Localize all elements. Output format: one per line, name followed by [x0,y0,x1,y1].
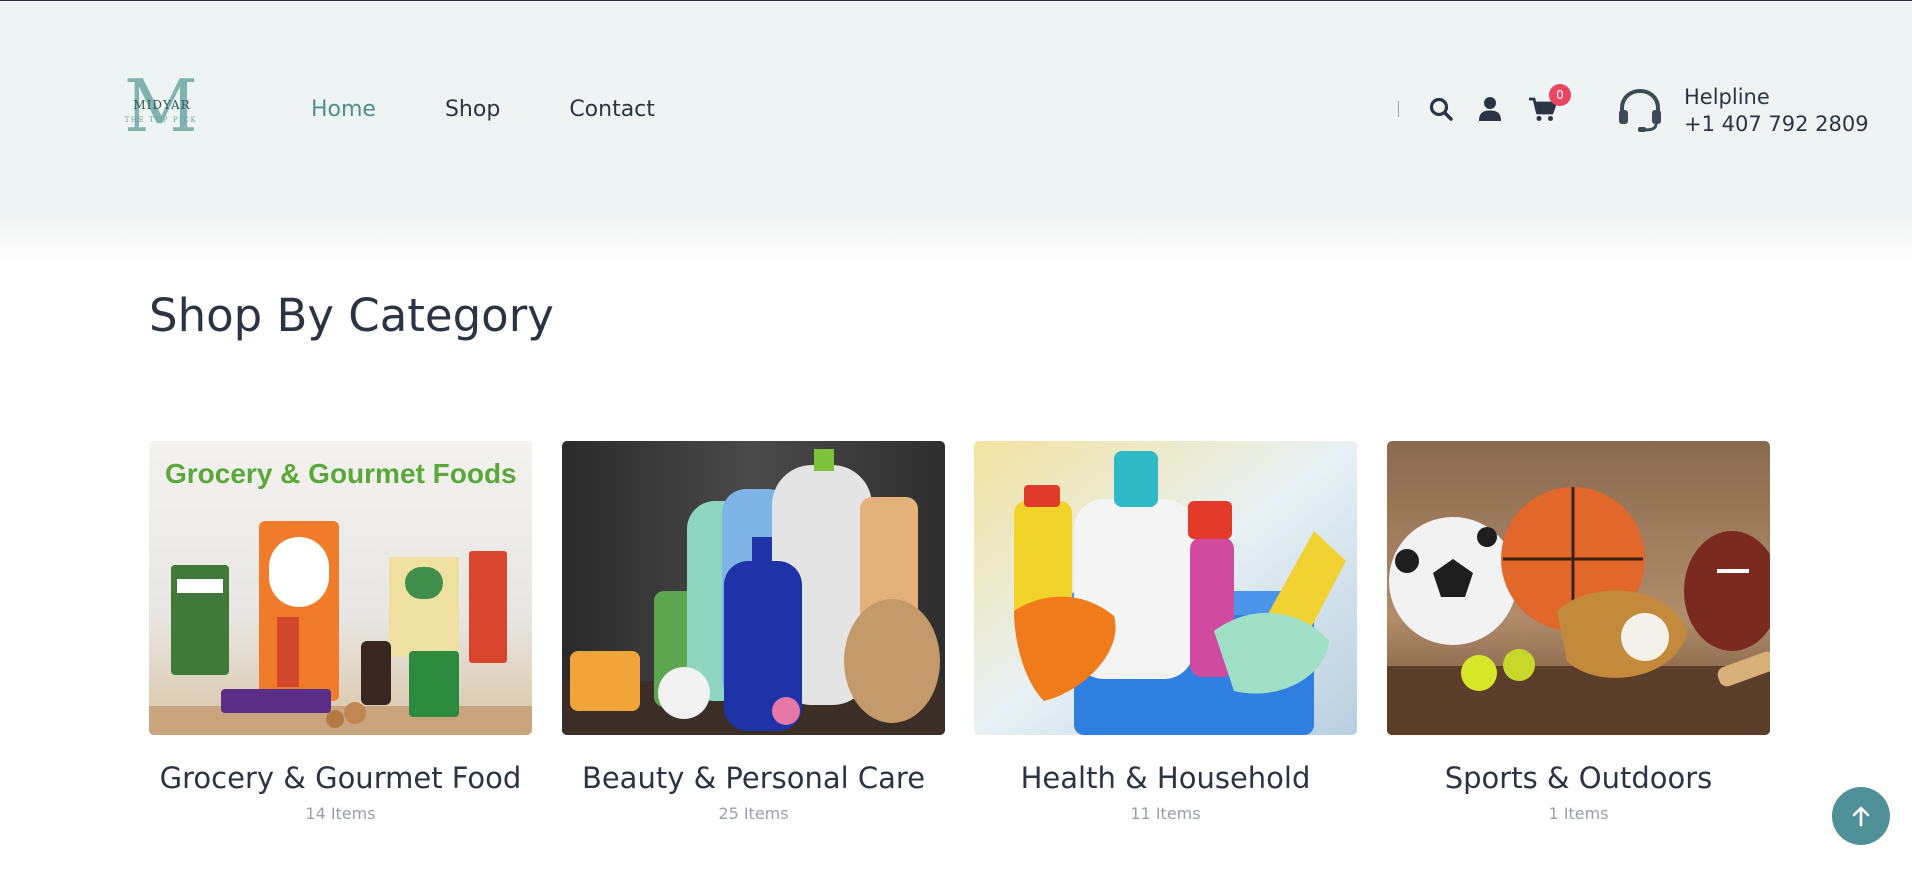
category-name[interactable]: Grocery & Gourmet Food [149,759,532,797]
user-icon[interactable] [1478,96,1502,122]
category-name[interactable]: Beauty & Personal Care [562,759,945,797]
section-title: Shop By Category [149,289,554,342]
header-shadow [0,217,1912,267]
headset-icon [1619,88,1661,132]
site-logo[interactable]: M MIDYAR THE TOP PICK [116,66,206,146]
category-image-health[interactable] [974,441,1357,735]
nav-contact[interactable]: Contact [569,94,655,126]
header-divider [1398,101,1399,117]
search-icon[interactable] [1428,96,1454,122]
category-name[interactable]: Sports & Outdoors [1387,759,1770,797]
nav-shop[interactable]: Shop [445,94,500,126]
category-count: 25 Items [718,804,789,823]
nav-home[interactable]: Home [311,94,376,126]
grocery-image-caption: Grocery & Gourmet Foods [165,458,517,489]
helpline: Helpline +1 407 792 2809 [1684,84,1869,138]
category-card-health[interactable]: Health & Household 11 Items [974,441,1357,823]
logo-tagline: THE TOP PICK [124,116,198,124]
category-card-grocery[interactable]: Grocery & Gourmet Foods Grocery & Gourme… [149,441,532,823]
category-image-beauty[interactable] [562,441,945,735]
category-count: 14 Items [305,804,376,823]
site-header: M MIDYAR THE TOP PICK Home Shop Contact … [0,2,1912,217]
helpline-phone[interactable]: +1 407 792 2809 [1684,111,1869,138]
scroll-to-top-button[interactable] [1832,787,1890,845]
logo-wordmark: MIDYAR [133,98,191,112]
main-nav: Home Shop Contact [311,94,655,126]
category-name[interactable]: Health & Household [974,759,1357,797]
category-card-beauty[interactable]: Beauty & Personal Care 25 Items [562,441,945,823]
category-count: 1 Items [1548,804,1609,823]
arrow-up-icon [1852,806,1870,827]
category-image-sports[interactable] [1387,441,1770,735]
category-card-sports[interactable]: Sports & Outdoors 1 Items [1387,441,1770,823]
category-count: 11 Items [1130,804,1201,823]
category-image-grocery[interactable]: Grocery & Gourmet Foods [149,441,532,735]
helpline-label: Helpline [1684,85,1770,109]
cart-count-badge: 0 [1549,84,1571,106]
